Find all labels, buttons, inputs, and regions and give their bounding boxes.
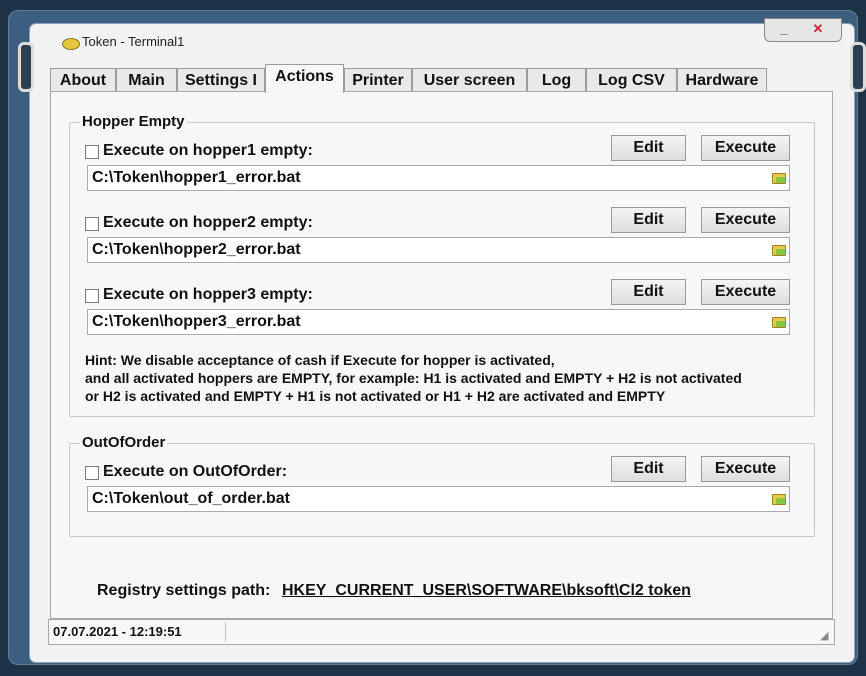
tab-log-csv[interactable]: Log CSV: [586, 68, 677, 92]
tab-settings-i[interactable]: Settings I: [177, 68, 265, 92]
hopper-hint: Hint: We disable acceptance of cash if E…: [85, 351, 800, 405]
title-bar[interactable]: Token - Terminal1: [30, 24, 854, 62]
status-datetime: 07.07.2021 - 12:19:51: [53, 624, 182, 639]
registry-label: Registry settings path:: [97, 582, 271, 599]
hopper1-checkbox[interactable]: [85, 145, 99, 159]
out-of-order-row: Execute on OutOfOrder: Edit Execute C:\T…: [70, 444, 814, 512]
hint-line: or H2 is activated and EMPTY + H1 is not…: [85, 388, 666, 404]
folder-open-icon[interactable]: [772, 317, 786, 328]
hint-line: and all activated hoppers are EMPTY, for…: [85, 370, 742, 386]
tab-main[interactable]: Main: [116, 68, 177, 92]
hopper3-checkbox[interactable]: [85, 289, 99, 303]
window-controls: _ ✕: [764, 18, 842, 42]
hopper2-path-text: C:\Token\hopper2_error.bat: [92, 241, 301, 258]
hopper1-row: Execute on hopper1 empty: Edit Execute C…: [70, 123, 814, 191]
hopper2-label: Execute on hopper2 empty:: [103, 214, 313, 231]
tab-user-screen[interactable]: User screen: [412, 68, 527, 92]
folder-open-icon[interactable]: [772, 245, 786, 256]
window-title: Token - Terminal1: [82, 34, 185, 49]
hopper3-label: Execute on hopper3 empty:: [103, 286, 313, 303]
hopper1-path-text: C:\Token\hopper1_error.bat: [92, 169, 301, 186]
hopper3-path-text: C:\Token\hopper3_error.bat: [92, 313, 301, 330]
coin-icon: [62, 38, 80, 50]
hopper2-row: Execute on hopper2 empty: Edit Execute C…: [70, 195, 814, 263]
app-window: Token - Terminal1 _ ✕ About Main Setting…: [18, 18, 866, 662]
hopper1-label: Execute on hopper1 empty:: [103, 142, 313, 159]
tab-about[interactable]: About: [50, 68, 116, 92]
out-of-order-label: Execute on OutOfOrder:: [103, 463, 288, 480]
actions-panel: Hopper Empty Execute on hopper1 empty: E…: [50, 91, 833, 619]
status-bar: 07.07.2021 - 12:19:51 ◢: [48, 619, 835, 645]
hopper2-execute-button[interactable]: Execute: [701, 207, 790, 233]
hopper3-row: Execute on hopper3 empty: Edit Execute C…: [70, 267, 814, 335]
tab-printer[interactable]: Printer: [344, 68, 412, 92]
status-divider: [225, 622, 226, 642]
hopper1-edit-button[interactable]: Edit: [611, 135, 686, 161]
out-of-order-group: OutOfOrder Execute on OutOfOrder: Edit E…: [69, 434, 815, 537]
registry-path-link[interactable]: HKEY_CURRENT_USER\SOFTWARE\bksoft\Cl2 to…: [282, 582, 691, 600]
hopper2-checkbox[interactable]: [85, 217, 99, 231]
hopper3-path-field[interactable]: C:\Token\hopper3_error.bat: [87, 309, 790, 335]
out-of-order-edit-button[interactable]: Edit: [611, 456, 686, 482]
hopper2-edit-button[interactable]: Edit: [611, 207, 686, 233]
tab-log[interactable]: Log: [527, 68, 586, 92]
out-of-order-path-text: C:\Token\out_of_order.bat: [92, 490, 290, 507]
hint-line: Hint: We disable acceptance of cash if E…: [85, 352, 555, 368]
hopper2-path-field[interactable]: C:\Token\hopper2_error.bat: [87, 237, 790, 263]
hopper3-edit-button[interactable]: Edit: [611, 279, 686, 305]
minimize-button[interactable]: _: [769, 21, 799, 37]
out-of-order-execute-button[interactable]: Execute: [701, 456, 790, 482]
tab-actions[interactable]: Actions: [265, 64, 344, 93]
hopper3-execute-button[interactable]: Execute: [701, 279, 790, 305]
hopper1-path-field[interactable]: C:\Token\hopper1_error.bat: [87, 165, 790, 191]
folder-open-icon[interactable]: [772, 173, 786, 184]
close-button[interactable]: ✕: [803, 21, 833, 37]
tab-hardware[interactable]: Hardware: [677, 68, 767, 92]
outer-frame: Token - Terminal1 _ ✕ About Main Setting…: [8, 10, 866, 665]
hopper1-execute-button[interactable]: Execute: [701, 135, 790, 161]
out-of-order-checkbox[interactable]: [85, 466, 99, 480]
resize-grip-icon[interactable]: ◢: [820, 630, 832, 642]
hopper-empty-group: Hopper Empty Execute on hopper1 empty: E…: [69, 113, 815, 417]
out-of-order-path-field[interactable]: C:\Token\out_of_order.bat: [87, 486, 790, 512]
folder-open-icon[interactable]: [772, 494, 786, 505]
